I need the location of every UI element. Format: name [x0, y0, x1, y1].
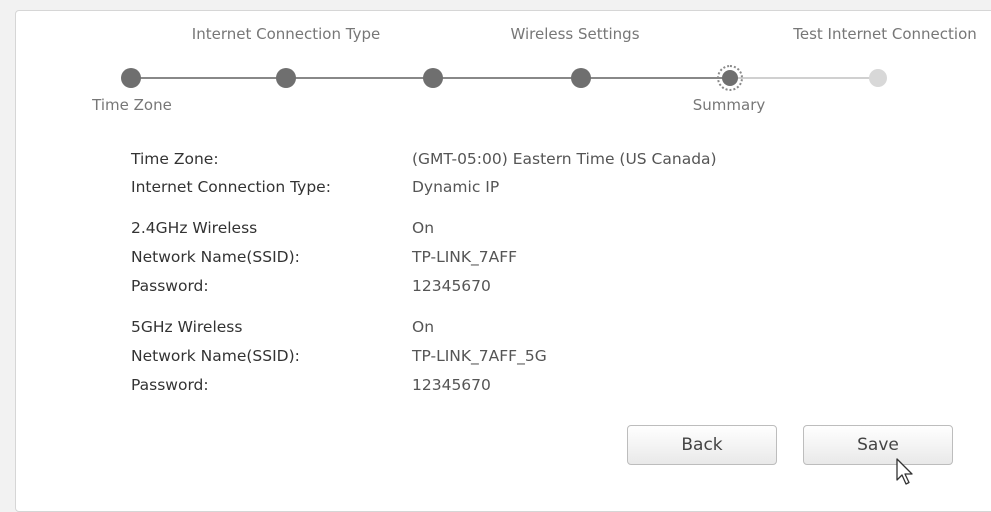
step-label-wireless-settings: Wireless Settings	[510, 25, 640, 43]
summary-label: Network Name(SSID):	[131, 248, 300, 266]
summary-value: TP-LINK_7AFF	[412, 248, 518, 266]
summary-label: Password:	[131, 277, 209, 295]
step-label-time-zone: Time Zone	[92, 96, 172, 114]
progress-track-pending	[730, 77, 878, 79]
save-button[interactable]: Save	[803, 425, 953, 465]
summary-value: (GMT-05:00) Eastern Time (US Canada)	[412, 150, 717, 168]
summary-value: TP-LINK_7AFF_5G	[412, 347, 547, 365]
step-dot-time-zone	[121, 68, 141, 88]
summary-value: On	[412, 318, 435, 336]
step-label-internet-connection-type: Internet Connection Type	[191, 25, 381, 43]
summary-label: Password:	[131, 376, 209, 394]
mouse-pointer-icon	[896, 458, 913, 485]
summary-label: Time Zone:	[131, 150, 219, 168]
summary-value: On	[412, 219, 435, 237]
summary-label: Network Name(SSID):	[131, 347, 300, 365]
step-dot-wireless-2	[571, 68, 591, 88]
step-label-test-internet-connection: Test Internet Connection	[793, 25, 977, 43]
back-button[interactable]: Back	[627, 425, 777, 465]
summary-value: 12345670	[412, 376, 491, 394]
summary-label: Internet Connection Type:	[131, 178, 331, 196]
step-dot-test-internet-connection	[869, 69, 887, 87]
summary-label: 5GHz Wireless	[131, 318, 243, 336]
step-dot-wireless-settings	[423, 68, 443, 88]
step-dot-summary-current	[717, 65, 743, 91]
summary-value: 12345670	[412, 277, 491, 295]
summary-value: Dynamic IP	[412, 178, 500, 196]
step-dot-internet-connection-type	[276, 68, 296, 88]
summary-label: 2.4GHz Wireless	[131, 219, 258, 237]
step-label-summary: Summary	[692, 96, 766, 114]
